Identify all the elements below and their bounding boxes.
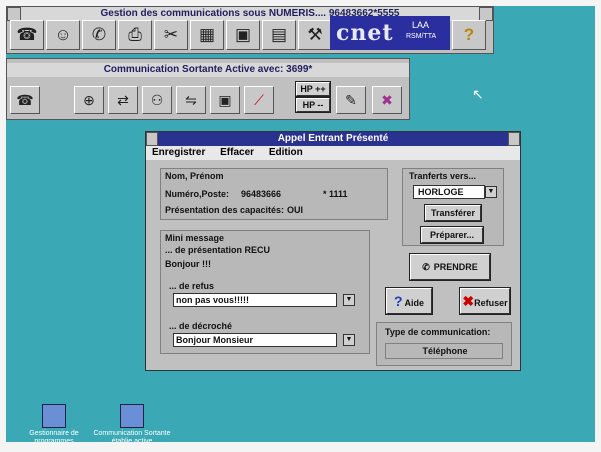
name-label: Nom, Prénom [165,171,224,181]
computer-icon[interactable]: ▣ [210,86,240,114]
network-icon[interactable]: ✂ [154,20,188,50]
comm-type-group: Type de communication: Téléphone [376,322,512,366]
mini-message-title: Mini message [165,233,225,243]
trash-icon[interactable]: ✖ [372,86,402,114]
decroche-label: ... de décroché [169,321,233,331]
decroche-field[interactable]: Bonjour Monsieur [173,333,337,347]
reject-icon: ✖ [462,293,475,309]
refus-field[interactable]: non pas vous!!!!! [173,293,337,307]
dial-icon[interactable]: ⊕ [74,86,104,114]
incoming-call-dialog: Appel Entrant Présenté Enregistrer Effac… [145,131,521,371]
cnet-banner: cnet LAA RSM/TTA [330,16,450,50]
transferer-button[interactable]: Transférer [424,204,482,222]
phone-icon[interactable]: ☎ [10,20,44,50]
outgoing-call-icon [120,404,144,428]
computer-icon[interactable]: ▣ [226,20,260,50]
dialog-menu-bar: Enregistrer Effacer Edition [146,146,520,160]
mute-icon[interactable]: ⟋ [244,86,274,114]
active-call-title: Communication Sortante Active avec: 3699… [7,63,409,77]
dialog-system-box[interactable] [146,132,158,146]
file-icon[interactable]: ▤ [262,20,296,50]
decroche-dropdown-icon[interactable]: ▼ [343,334,355,346]
number-value: 96483666 [241,189,282,199]
comm-type-label: Type de communication: [385,327,491,337]
dialog-title: Appel Entrant Présenté [146,132,520,146]
program-manager-icon [42,404,66,428]
menu-effacer[interactable]: Effacer [220,147,254,158]
handset-icon[interactable]: ✆ [82,20,116,50]
desktop-icon-program-manager[interactable]: Gestionnaire de programmes [14,404,94,446]
minimize-button[interactable] [479,7,493,21]
comm-type-value: Téléphone [385,343,503,359]
menu-edition[interactable]: Edition [269,147,303,158]
help-icon: ? [393,293,403,309]
menu-enregistrer[interactable]: Enregistrer [152,147,205,158]
transfer-icon[interactable]: ⇄ [108,86,138,114]
cnet-logo: cnet [336,20,394,46]
aide-button[interactable]: ? Aide [385,287,433,315]
hp-plus-button[interactable]: HP ++ [295,81,331,97]
transfer-group: Tranferts vers... HORLOGE ▼ Transférer P… [402,168,504,246]
refus-dropdown-icon[interactable]: ▼ [343,294,355,306]
desktop-icon-outgoing-call[interactable]: Communication Sortante établie active [92,404,172,446]
handset-icon: ✆ [422,262,430,272]
system-menu-box[interactable] [7,7,21,21]
aide-label: Aide [404,298,425,308]
transfer-dropdown-icon[interactable]: ▼ [485,186,497,198]
directory-icon[interactable]: ▦ [190,20,224,50]
program-manager-label: Gestionnaire de programmes [29,430,79,445]
capabilities-label: Présentation des capacités: [165,205,285,215]
refuser-label: Refuser [474,298,508,308]
tools-icon[interactable]: ⚒ [298,20,332,50]
transfer-select[interactable]: HORLOGE [413,185,485,199]
extension-value: * 1111 [323,189,348,199]
preparer-button[interactable]: Préparer... [420,226,484,244]
dialog-minimize-button[interactable] [508,132,520,146]
number-label: Numéro,Poste: [165,189,230,199]
refus-label: ... de refus [169,281,215,291]
help-icon[interactable]: ? [452,20,486,50]
capabilities-value: OUI [287,205,304,215]
prendre-label: PRENDRE [433,262,478,272]
phone-icon[interactable]: ☎ [10,86,40,114]
fax-icon[interactable]: ⎙ [118,20,152,50]
cursor-icon: ↖ [472,86,484,102]
cnet-dept: RSM/TTA [406,33,437,40]
outgoing-call-label: Communication Sortante établie active [93,430,171,445]
notepad-icon[interactable]: ✎ [336,86,366,114]
conference-icon[interactable]: ⚇ [142,86,172,114]
mini-message-group: Mini message ... de présentation RECU Bo… [160,230,370,354]
caller-info-group: Nom, Prénom Numéro,Poste: 96483666 * 111… [160,168,388,220]
transfer-label: Tranferts vers... [409,171,477,181]
presentation-label: ... de présentation RECU [165,245,271,255]
presentation-text: Bonjour !!! [165,259,211,269]
hp-minus-button[interactable]: HP -- [295,97,331,113]
prendre-button[interactable]: ✆ PRENDRE [409,253,491,281]
cnet-lab: LAA [412,20,430,30]
refuser-button[interactable]: ✖Refuser [459,287,511,315]
swap-icon[interactable]: ⇋ [176,86,206,114]
operator-icon[interactable]: ☺ [46,20,80,50]
